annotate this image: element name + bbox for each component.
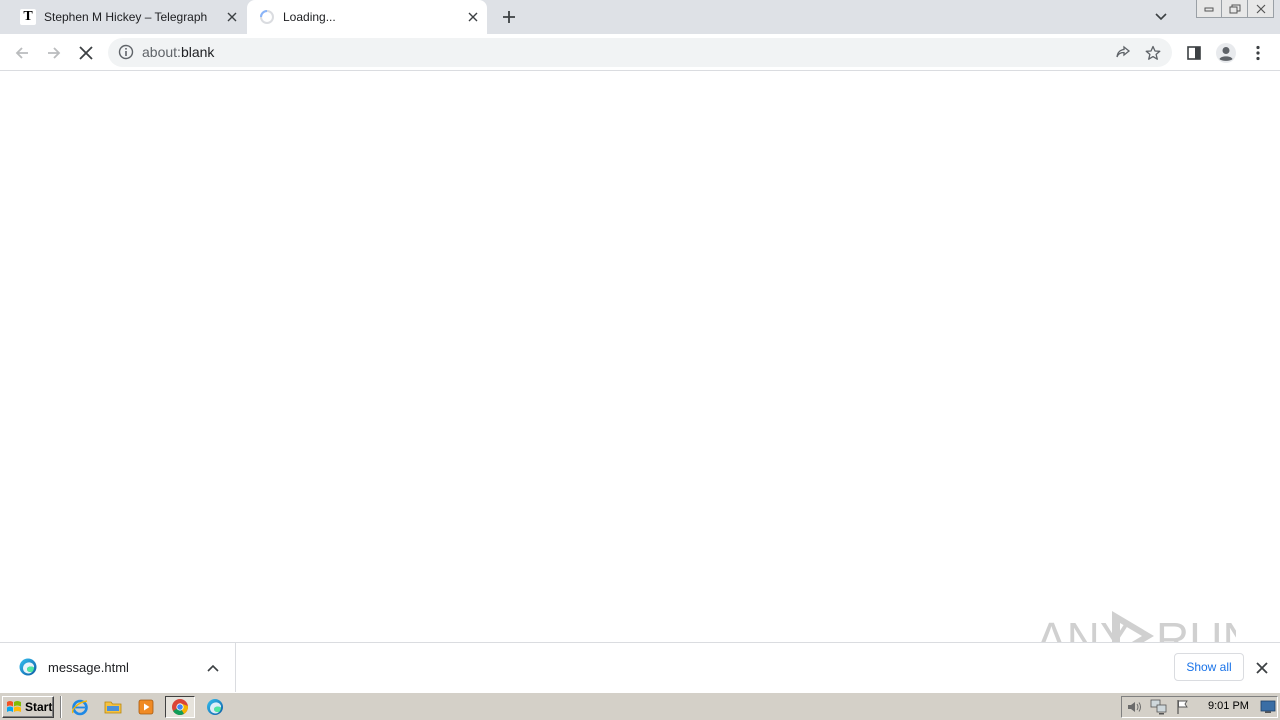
stop-loading-button[interactable] [72,39,100,67]
browser-toolbar: about:blank [0,34,1280,71]
tab-loading[interactable]: Loading... [247,0,487,34]
stop-x-icon [79,46,93,60]
close-shelf-icon[interactable] [1252,658,1272,678]
file-explorer-icon[interactable] [103,697,123,717]
new-tab-button[interactable] [498,6,520,28]
share-icon[interactable] [1112,42,1134,64]
loading-spinner-icon [259,9,275,25]
download-shelf: message.html Show all [0,642,1280,692]
chevron-down-icon [1155,13,1167,21]
chevron-up-icon[interactable] [203,658,223,678]
profile-button[interactable] [1212,39,1240,67]
kebab-menu-icon [1256,45,1260,61]
minimize-button[interactable] [1196,0,1222,18]
network-icon[interactable] [1150,699,1168,715]
back-button[interactable] [8,39,36,67]
start-button[interactable]: Start [2,696,54,718]
tab-search-button[interactable] [1150,6,1172,28]
clock[interactable]: 9:01 PM [1208,700,1249,712]
download-filename: message.html [48,660,129,675]
page-content-blank [0,72,1280,642]
arrow-left-icon [15,47,28,59]
show-desktop-icon[interactable] [1259,699,1277,715]
tab-telegraph[interactable]: T Stephen M Hickey – Telegraph [8,0,246,34]
tab-strip: T Stephen M Hickey – Telegraph Loading..… [0,0,1280,34]
bookmark-star-icon[interactable] [1142,42,1164,64]
side-panel-button[interactable] [1180,39,1208,67]
close-tab-icon[interactable] [222,7,242,27]
chrome-taskbar-icon[interactable] [165,696,195,718]
profile-avatar-icon [1216,43,1236,63]
telegraph-favicon-icon: T [20,9,36,25]
arrow-right-icon [48,47,61,59]
url-path: blank [180,44,215,60]
plus-icon [503,11,515,23]
url-scheme: about: [142,44,181,60]
windows-taskbar: Start 9:01 PM [0,692,1280,720]
restore-icon [1229,4,1240,13]
edge-file-icon [19,658,37,676]
info-icon[interactable] [118,44,134,60]
url-text: about:blank [142,44,214,60]
taskbar-divider [60,696,62,718]
edge-taskbar-icon[interactable] [205,697,225,717]
windows-flag-icon [7,701,21,712]
media-player-icon[interactable] [136,697,156,717]
start-label: Start [25,700,53,714]
close-window-button[interactable] [1248,0,1274,18]
internet-explorer-icon[interactable] [70,697,90,717]
action-center-flag-icon[interactable] [1174,699,1192,715]
side-panel-icon [1187,46,1201,60]
system-tray: 9:01 PM [1121,696,1278,718]
volume-icon[interactable] [1126,699,1144,715]
menu-button[interactable] [1244,39,1272,67]
tab-title: Loading... [283,10,336,24]
close-icon [1256,4,1265,13]
minimize-icon [1204,7,1214,11]
tab-title: Stephen M Hickey – Telegraph [44,10,208,24]
window-controls [1196,0,1274,18]
restore-button[interactable] [1222,0,1248,18]
close-tab-icon[interactable] [463,7,483,27]
download-item[interactable]: message.html [0,643,236,692]
address-bar[interactable]: about:blank [108,38,1172,67]
forward-button[interactable] [40,39,68,67]
show-all-downloads-button[interactable]: Show all [1174,653,1244,681]
